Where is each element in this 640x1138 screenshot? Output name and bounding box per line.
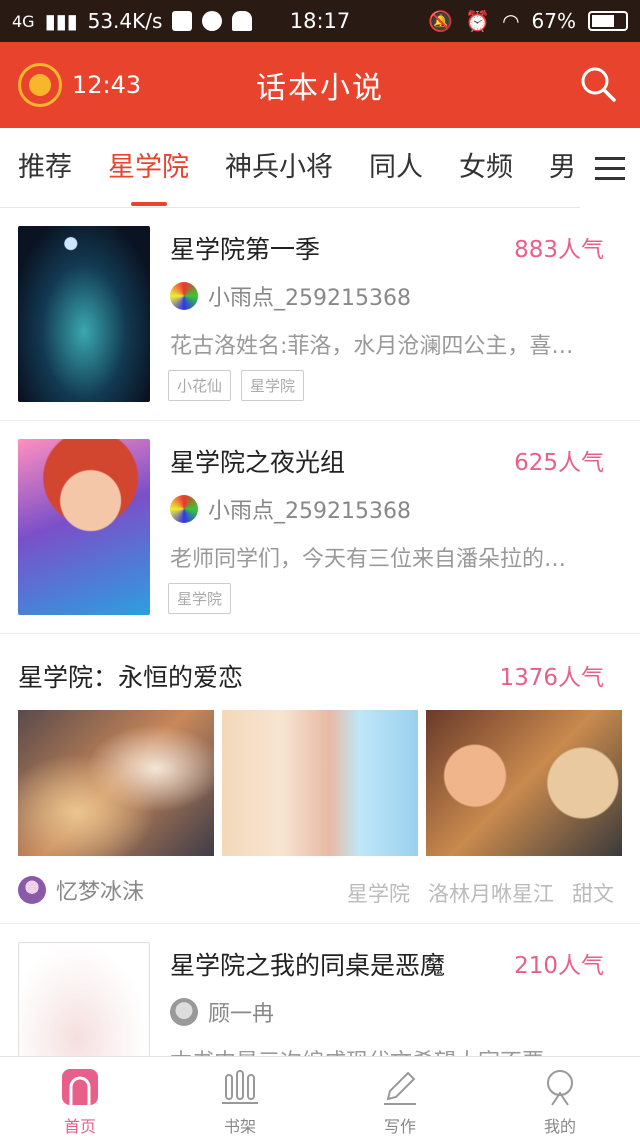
popularity-count: 210人气: [514, 953, 604, 979]
nav-label: 书架: [223, 1117, 256, 1136]
avatar: [18, 876, 46, 904]
popularity-count: 883人气: [514, 237, 604, 263]
list-item[interactable]: 星学院之我的同桌是恶魔 210人气 顾一冉 本书中是三次编成现代文希望大家不要…: [0, 924, 640, 1056]
book-title: 星学院之夜光组: [170, 448, 346, 477]
battery-icon: [588, 11, 628, 31]
tag[interactable]: 星学院: [168, 583, 232, 614]
timer-icon: [18, 63, 62, 107]
nav-bookshelf[interactable]: 书架: [160, 1057, 320, 1138]
album-image: [222, 710, 418, 856]
book-title: 星学院之我的同桌是恶魔: [170, 951, 446, 980]
tab-recommend[interactable]: 推荐: [0, 128, 90, 208]
profile-icon: [547, 1070, 573, 1106]
author-name: 小雨点_259215368: [208, 286, 411, 311]
status-bar: 4G ▮▮▮ 53.4K/s 18:17 🔕 ⏰ ◠ 67%: [0, 0, 640, 42]
story-feed[interactable]: 星学院第一季 883人气 小雨点_259215368 花古洛姓名:菲洛，水月沧澜…: [0, 208, 640, 1056]
nav-label: 首页: [63, 1117, 96, 1136]
author-name: 顾一冉: [208, 1002, 275, 1027]
tag[interactable]: 小花仙: [168, 370, 232, 401]
android-icon: [232, 11, 253, 31]
app-notification-icon: [202, 11, 223, 31]
avatar: [170, 282, 198, 310]
nav-profile[interactable]: 我的: [480, 1057, 640, 1138]
book-description: 花古洛姓名:菲洛，水月沧澜四公主，喜…: [170, 334, 574, 359]
tag[interactable]: 洛林月咻星江: [428, 878, 554, 908]
tab-female[interactable]: 女频: [441, 128, 531, 208]
list-item[interactable]: 星学院第一季 883人气 小雨点_259215368 花古洛姓名:菲洛，水月沧澜…: [0, 208, 640, 421]
avatar: [170, 998, 198, 1026]
author[interactable]: 忆梦冰沫: [18, 874, 144, 906]
tab-fanfic[interactable]: 同人: [351, 128, 441, 208]
tag[interactable]: 星学院: [241, 370, 305, 401]
network-label: 4G: [12, 11, 35, 31]
search-icon[interactable]: [578, 64, 618, 104]
wifi-icon: ◠: [502, 9, 520, 33]
tag-list: 星学院: [168, 583, 232, 614]
tag[interactable]: 甜文: [572, 878, 614, 908]
mute-icon: 🔕: [428, 9, 454, 33]
author[interactable]: 小雨点_259215368: [170, 280, 411, 312]
tag-list: 小花仙 星学院: [168, 370, 305, 401]
book-description: 本书中是三次编成现代文希望大家不要…: [170, 1044, 610, 1056]
timer-value: 12:43: [72, 71, 142, 99]
book-description: 老师同学们，今天有三位来自潘朵拉的…: [170, 547, 567, 572]
app-header: 12:43 话本小说: [0, 42, 640, 128]
list-item[interactable]: 星学院之夜光组 625人气 小雨点_259215368 老师同学们，今天有三位来…: [0, 421, 640, 634]
album-image: [18, 710, 214, 856]
bottom-navigation: 首页 书架 写作 我的: [0, 1056, 640, 1138]
network-speed: 53.4K/s: [87, 9, 163, 33]
album-title: 星学院：永恒的爱恋: [18, 663, 244, 692]
nav-label: 我的: [543, 1117, 576, 1136]
album-item[interactable]: 星学院：永恒的爱恋 1376人气 忆梦冰沫 星学院 洛林月咻星江 甜文: [0, 634, 640, 924]
bookshelf-icon: [222, 1070, 258, 1104]
tab-shenbing[interactable]: 神兵小将: [207, 128, 351, 208]
avatar: [170, 495, 198, 523]
popularity-count: 625人气: [514, 450, 604, 476]
book-cover: [18, 942, 150, 1056]
book-cover: [18, 226, 150, 402]
popularity-count: 1376人气: [499, 665, 604, 691]
author-name: 忆梦冰沫: [56, 880, 145, 905]
tag[interactable]: 星学院: [347, 878, 410, 908]
album-image: [426, 710, 622, 856]
nav-label: 写作: [383, 1117, 416, 1136]
author[interactable]: 顾一冉: [170, 996, 274, 1028]
category-tabs: 推荐 星学院 神兵小将 同人 女频 男: [0, 128, 640, 208]
battery-percent: 67%: [531, 9, 576, 33]
author[interactable]: 小雨点_259215368: [170, 493, 411, 525]
author-name: 小雨点_259215368: [208, 499, 411, 524]
album-thumbnails: [18, 710, 622, 856]
pen-icon: [384, 1071, 416, 1105]
notification-icon: [172, 11, 193, 31]
tag-list: 星学院 洛林月咻星江 甜文: [347, 878, 614, 908]
home-icon: [62, 1069, 98, 1105]
reading-timer[interactable]: 12:43: [18, 63, 141, 107]
book-cover: [18, 439, 150, 615]
menu-icon[interactable]: [580, 128, 640, 208]
nav-write[interactable]: 写作: [320, 1057, 480, 1138]
signal-icon: ▮▮▮: [44, 9, 78, 33]
tab-star-academy[interactable]: 星学院: [90, 128, 207, 208]
book-title: 星学院第一季: [170, 235, 321, 264]
alarm-icon: ⏰: [465, 9, 491, 33]
nav-home[interactable]: 首页: [0, 1057, 160, 1138]
